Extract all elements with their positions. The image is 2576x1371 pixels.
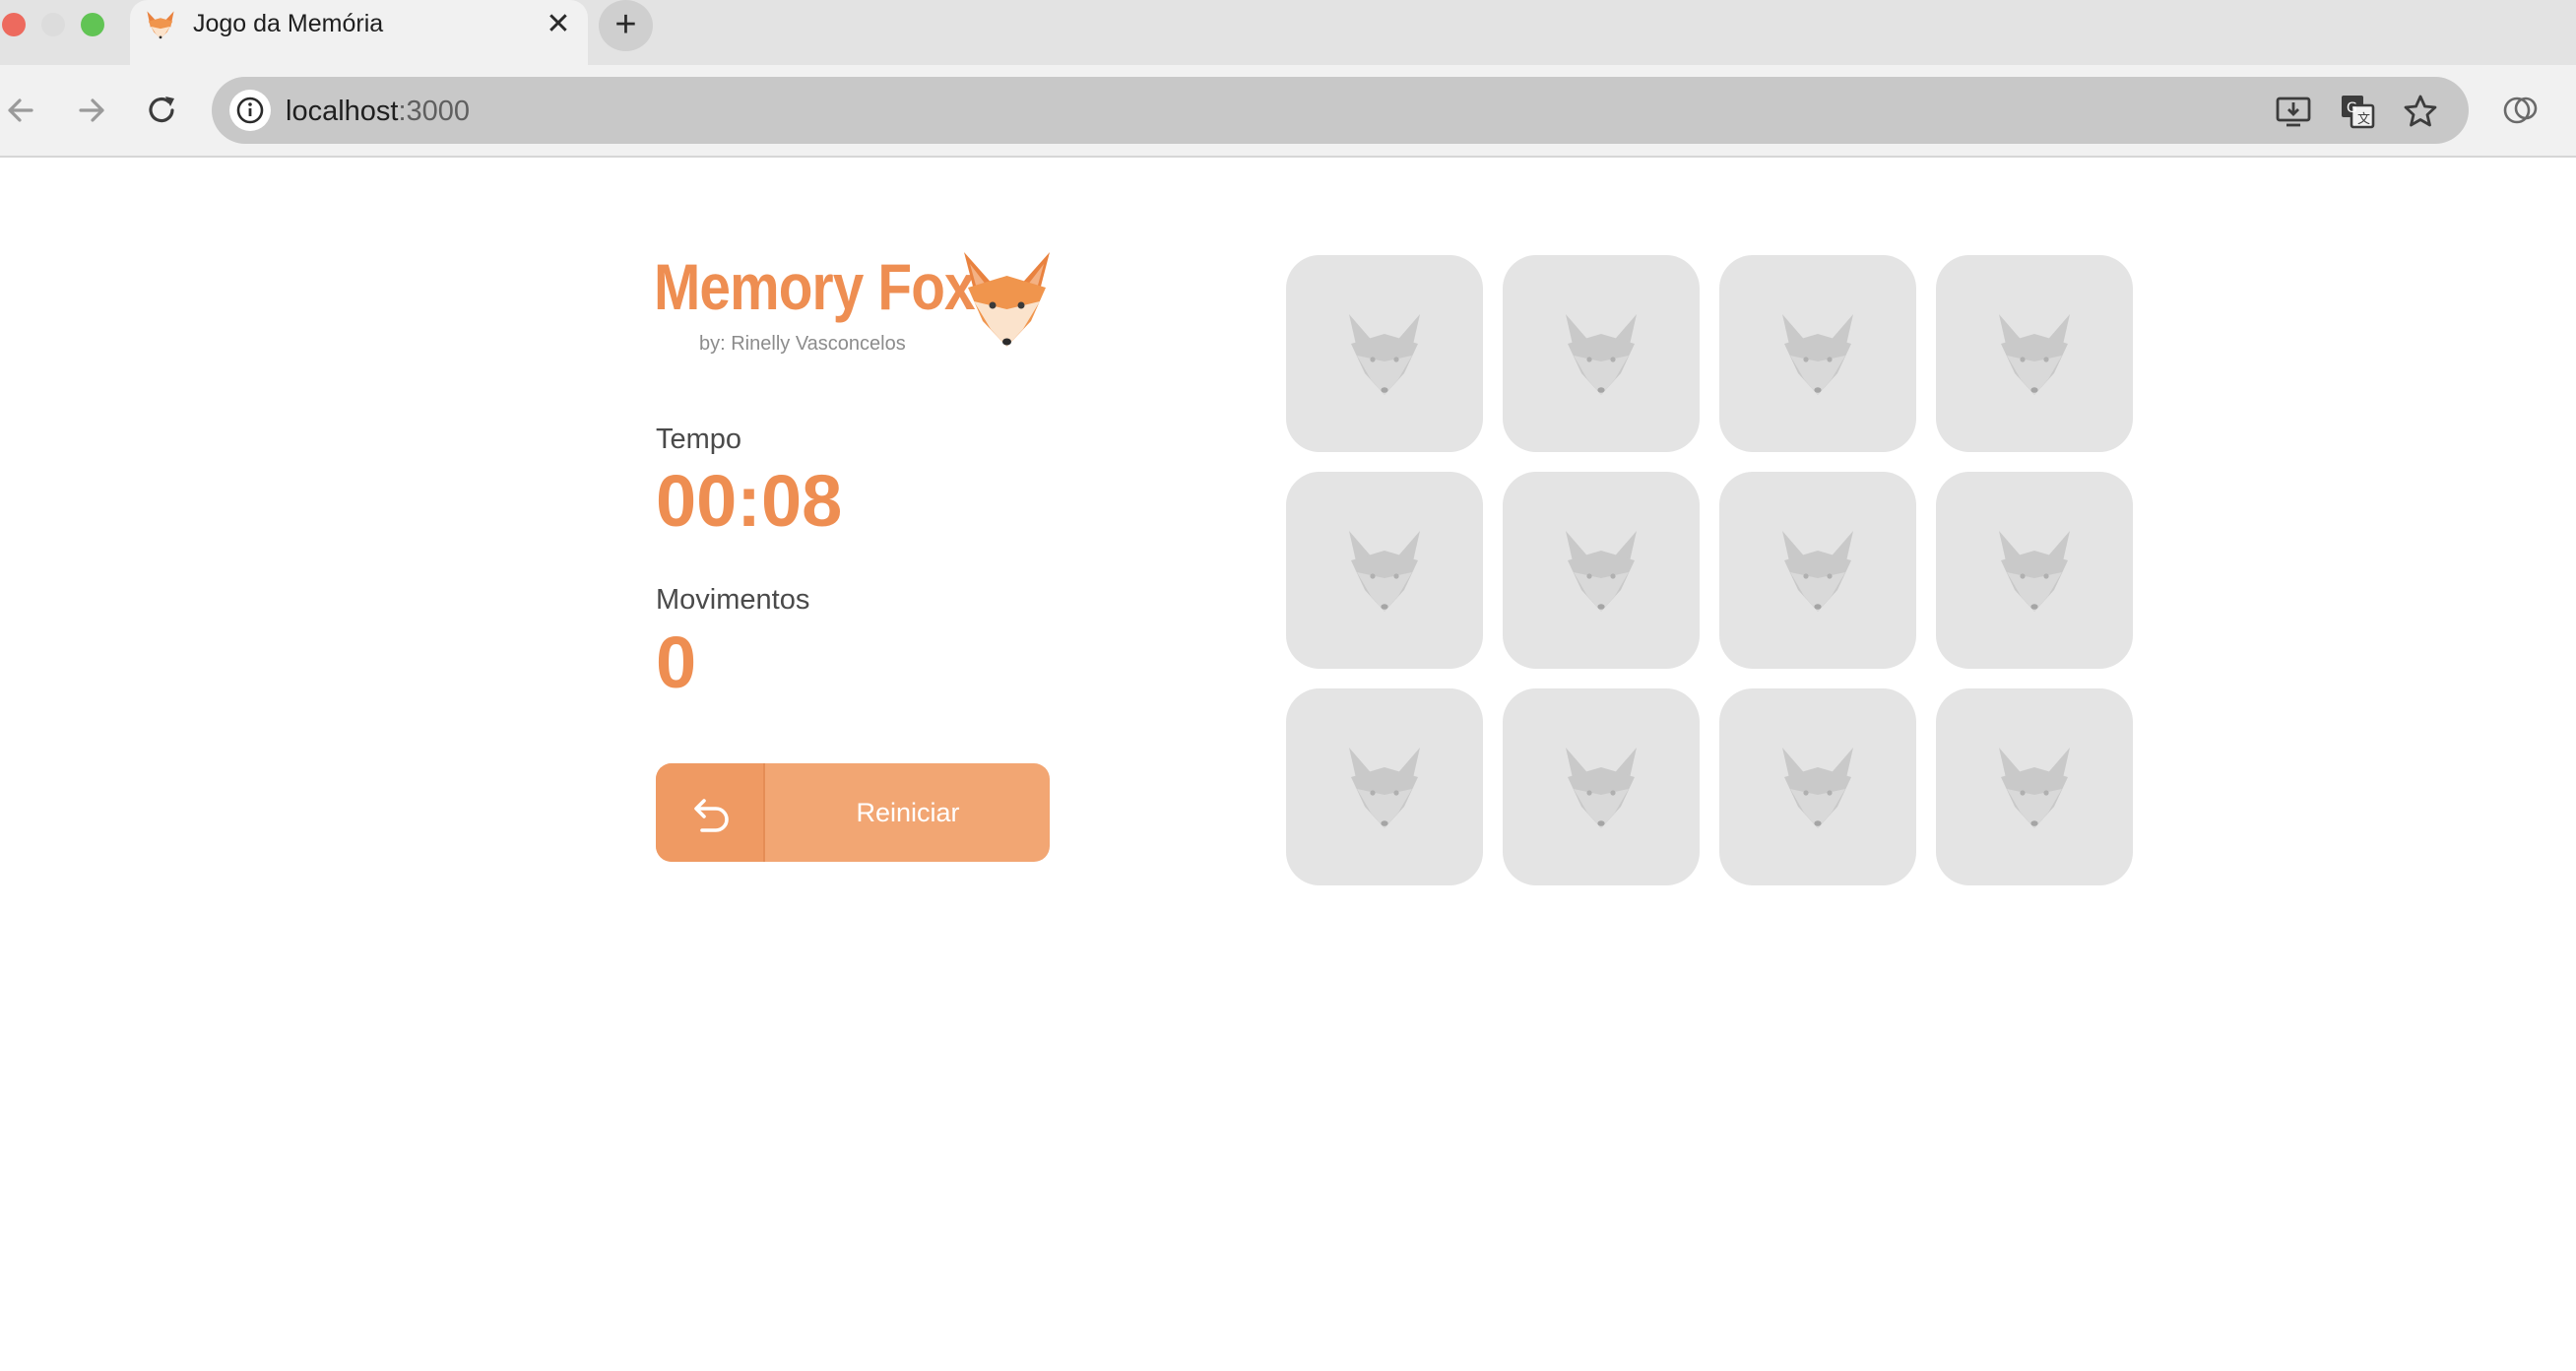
undo-arrow-icon — [694, 799, 729, 832]
memory-card[interactable] — [1936, 472, 2133, 669]
time-value: 00:08 — [656, 460, 843, 542]
fox-silhouette-icon — [1349, 314, 1420, 395]
memory-card[interactable] — [1936, 688, 2133, 885]
fox-silhouette-icon — [1566, 748, 1637, 828]
svg-text:G: G — [2347, 100, 2357, 116]
fox-silhouette-icon — [1782, 748, 1853, 828]
forward-arrow-icon[interactable] — [69, 89, 112, 132]
svg-text:文: 文 — [2357, 112, 2370, 127]
window-close-button[interactable] — [2, 13, 26, 36]
fox-silhouette-icon — [1999, 531, 2070, 612]
fox-silhouette-icon — [1566, 314, 1637, 395]
memory-card[interactable] — [1286, 255, 1483, 452]
tab-strip: Jogo da Memória ✕ + — [0, 0, 2576, 65]
moves-label: Movimentos — [656, 584, 810, 616]
url-port: :3000 — [398, 96, 471, 127]
address-bar[interactable]: localhost:3000 G 文 — [212, 77, 2469, 144]
memory-board — [1286, 255, 2133, 885]
fox-silhouette-icon — [1566, 531, 1637, 612]
memory-card[interactable] — [1503, 688, 1700, 885]
fox-silhouette-icon — [1999, 314, 2070, 395]
back-arrow-icon[interactable] — [0, 89, 43, 132]
fox-silhouette-icon — [1999, 748, 2070, 828]
moves-value: 0 — [656, 621, 697, 703]
tab-title: Jogo da Memória — [193, 10, 384, 37]
memory-card[interactable] — [1286, 688, 1483, 885]
fox-favicon-icon — [147, 11, 174, 39]
install-app-icon[interactable] — [2275, 93, 2312, 130]
time-label: Tempo — [656, 424, 742, 455]
window-minimize-button[interactable] — [41, 13, 65, 36]
logo-byline: by: Rinelly Vasconcelos — [699, 333, 906, 355]
translate-icon[interactable]: G 文 — [2339, 93, 2376, 130]
fox-silhouette-icon — [1349, 531, 1420, 612]
site-info-icon[interactable] — [229, 90, 271, 131]
tab-close-icon[interactable]: ✕ — [542, 8, 575, 41]
restart-button[interactable]: Reiniciar — [656, 763, 1050, 862]
new-tab-button[interactable]: + — [599, 0, 653, 51]
restart-label: Reiniciar — [856, 798, 960, 827]
logo-title: Memory Fox — [654, 250, 976, 323]
fox-silhouette-icon — [1349, 748, 1420, 828]
browser-tab[interactable]: Jogo da Memória ✕ — [130, 0, 588, 65]
memory-card[interactable] — [1719, 472, 1916, 669]
browser-toolbar: localhost:3000 G 文 — [0, 65, 2576, 158]
reload-icon[interactable] — [140, 89, 183, 132]
memory-card[interactable] — [1936, 255, 2133, 452]
memory-card[interactable] — [1286, 472, 1483, 669]
fox-silhouette-icon — [1782, 531, 1853, 612]
url-host: localhost — [286, 96, 399, 127]
memory-card[interactable] — [1503, 255, 1700, 452]
window-maximize-button[interactable] — [81, 13, 104, 36]
memory-card[interactable] — [1503, 472, 1700, 669]
fox-silhouette-icon — [1782, 314, 1853, 395]
url-text: localhost:3000 — [286, 96, 470, 128]
bookmark-star-icon[interactable] — [2402, 93, 2439, 130]
profile-icon[interactable] — [2499, 89, 2543, 132]
restart-icon-container — [656, 763, 765, 862]
memory-card[interactable] — [1719, 688, 1916, 885]
memory-card[interactable] — [1719, 255, 1916, 452]
fox-icon — [964, 252, 1050, 347]
